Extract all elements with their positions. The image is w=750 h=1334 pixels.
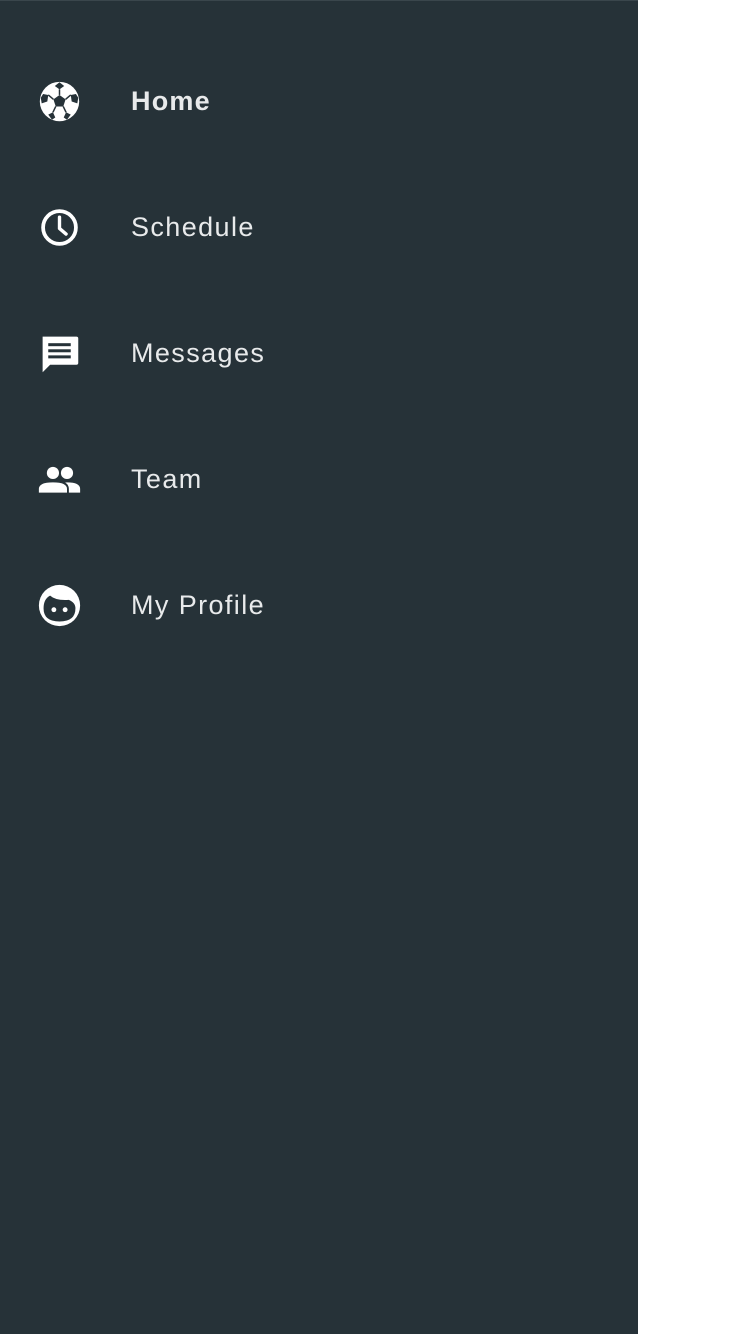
drawer-menu: Home Schedule Messages Team My Profile xyxy=(0,38,638,668)
menu-item-my-profile[interactable]: My Profile xyxy=(0,542,638,668)
navigation-drawer: Home Schedule Messages Team My Profile xyxy=(0,0,638,1334)
menu-item-label: Schedule xyxy=(131,211,255,242)
content-overlay[interactable] xyxy=(638,0,750,1334)
menu-item-label: Home xyxy=(131,85,211,116)
menu-item-label: My Profile xyxy=(131,589,266,620)
menu-item-schedule[interactable]: Schedule xyxy=(0,164,638,290)
message-icon xyxy=(37,331,82,376)
menu-item-home[interactable]: Home xyxy=(0,38,638,164)
face-icon xyxy=(37,583,82,628)
people-icon xyxy=(37,457,82,502)
menu-item-messages[interactable]: Messages xyxy=(0,290,638,416)
clock-icon xyxy=(37,205,82,250)
menu-item-label: Messages xyxy=(131,337,266,368)
menu-item-team[interactable]: Team xyxy=(0,416,638,542)
soccer-ball-icon xyxy=(37,79,82,124)
menu-item-label: Team xyxy=(131,463,203,494)
